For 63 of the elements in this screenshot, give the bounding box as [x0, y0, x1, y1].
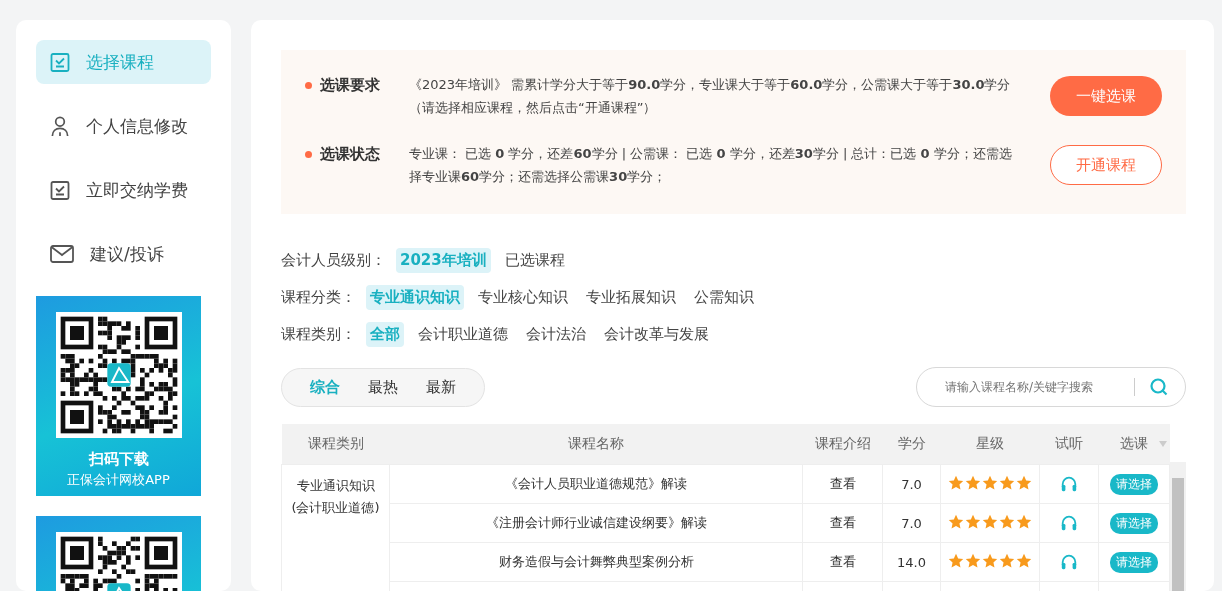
course-name-cell: 《注册会计师行业诚信建设纲要》解读	[389, 503, 803, 543]
person-icon	[50, 115, 70, 137]
search-icon[interactable]	[1149, 377, 1169, 397]
requirement-label: 选课状态	[305, 145, 409, 164]
view-link[interactable]: 查看	[829, 554, 856, 569]
requirement-text: 专业课： 已选 0 学分，还差60学分 | 公需课： 已选 0 学分，还差30学分 | 总计：已选 0 学分；还需选择专业课60学分；还需选择公需课30学分；	[409, 145, 1013, 186]
star-icon	[948, 552, 964, 569]
star-icon	[948, 513, 964, 530]
column-header: 星级	[940, 424, 1040, 465]
filter-label: 会计人员级别：	[281, 251, 386, 270]
star-icon	[982, 552, 998, 569]
view-link[interactable]: 查看	[829, 476, 856, 491]
banner-title: 扫码下载	[88, 450, 149, 469]
credit-cell: 14.0	[882, 542, 941, 582]
category-cell: 专业通识知识 (会计职业道德)	[281, 464, 390, 591]
headphones-icon[interactable]	[1060, 475, 1078, 493]
column-header: 学分	[882, 424, 941, 465]
search-input[interactable]: 请输入课程名称/关键字搜索	[943, 379, 1120, 395]
caret-icon[interactable]	[1158, 440, 1168, 448]
star-icon	[999, 513, 1015, 530]
filter-option[interactable]: 已选课程	[500, 248, 569, 273]
headphones-icon[interactable]	[1060, 514, 1078, 532]
column-header: 课程类别	[281, 424, 390, 465]
star-icon	[982, 513, 998, 530]
column-header: 课程介绍	[802, 424, 883, 465]
sort-tab[interactable]: 最新	[426, 377, 456, 397]
course-name-cell: 《会计人员职业道德规范》解读	[389, 464, 803, 504]
banner-subtitle: 正保会计网校APP	[67, 471, 170, 489]
filter-option[interactable]: 会计职业道德	[414, 322, 512, 347]
star-icon	[999, 552, 1015, 569]
sidebar-item[interactable]: 立即交纳学费	[36, 168, 211, 212]
star-icon	[982, 474, 998, 491]
requirement-text: 《2023年培训》 需累计学分大于等于90.0学分，专业课大于等于60.0学分，公需课大于等于30.0学分（请选择相应课程，然后点击“开通课程”）	[409, 76, 1012, 117]
column-header: 课程名称	[389, 424, 803, 465]
star-icon	[1016, 552, 1032, 569]
star-icon	[999, 474, 1015, 491]
column-header: 选课	[1098, 424, 1170, 465]
sidebar-item[interactable]: 个人信息修改	[36, 104, 211, 148]
course-name-cell: 财务造假与会计舞弊典型案例分析	[389, 542, 803, 582]
mail-icon	[50, 245, 74, 263]
filter-option[interactable]: 公需知识	[690, 285, 758, 310]
filter-option[interactable]: 会计法治	[522, 322, 590, 347]
filter-option[interactable]: 会计改革与发展	[600, 322, 713, 347]
star-icon	[965, 552, 981, 569]
checkbox-icon	[50, 179, 70, 201]
filter-label: 课程类别：	[281, 325, 356, 344]
star-icon	[1016, 513, 1032, 530]
sort-tab[interactable]: 最热	[368, 377, 398, 397]
filter-option[interactable]: 专业拓展知识	[582, 285, 680, 310]
requirement-label: 选课要求	[305, 76, 409, 95]
star-icon	[948, 474, 964, 491]
star-icon	[965, 474, 981, 491]
view-link[interactable]: 查看	[829, 515, 856, 530]
star-icon	[965, 513, 981, 530]
checkbox-icon	[50, 51, 70, 73]
credit-cell: 7.0	[882, 464, 941, 504]
sidebar-item[interactable]: 建议/投诉	[36, 232, 211, 276]
star-icon	[1016, 474, 1032, 491]
filter-label: 课程分类：	[281, 288, 356, 307]
credit-cell: 7.0	[882, 503, 941, 543]
filter-option[interactable]: 专业核心知识	[474, 285, 572, 310]
column-header: 试听	[1039, 424, 1099, 465]
headphones-icon[interactable]	[1060, 553, 1078, 571]
